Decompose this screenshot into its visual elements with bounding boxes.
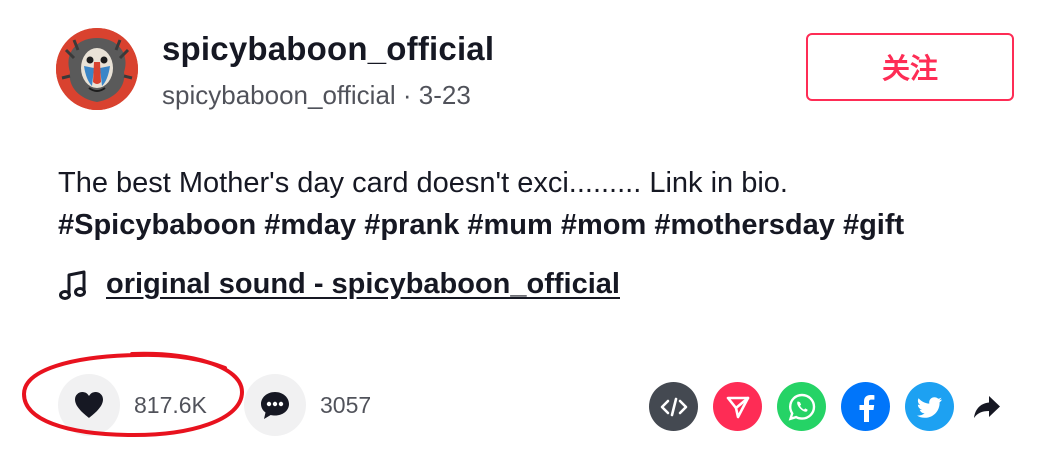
comment-action: 3057 [244, 374, 371, 436]
facebook-share-button[interactable] [841, 382, 890, 431]
caption-description: The best Mother's day card doesn't exci.… [58, 167, 788, 199]
share-bar [649, 382, 1005, 431]
sound-row: original sound - spicybaboon_official [58, 268, 620, 301]
send-icon [726, 396, 749, 418]
video-caption: The best Mother's day card doesn't exci.… [58, 162, 1018, 246]
comment-button[interactable] [244, 374, 306, 436]
hashtag-link[interactable]: #mothersday [654, 209, 835, 241]
hashtag-link[interactable]: #prank [364, 209, 459, 241]
hashtag-link[interactable]: #gift [843, 209, 904, 241]
share-arrow-icon [974, 395, 1000, 418]
author-username[interactable]: spicybaboon_official [162, 30, 494, 68]
hashtag-link[interactable]: #mum [467, 209, 552, 241]
twitter-share-button[interactable] [905, 382, 954, 431]
comment-count: 3057 [320, 391, 372, 418]
heart-icon [75, 392, 103, 418]
hashtag-link[interactable]: #mday [264, 209, 356, 241]
whatsapp-icon [788, 393, 815, 421]
hashtag-link[interactable]: #mom [561, 209, 646, 241]
music-note-icon [59, 270, 86, 300]
caption-hashtags: #Spicybaboon #mday #prank #mum #mom #mot… [58, 204, 1018, 246]
like-button[interactable] [58, 374, 120, 436]
sound-link[interactable]: original sound - spicybaboon_official [106, 268, 620, 301]
author-meta: spicybaboon_official · 3-23 [162, 80, 471, 110]
embed-button[interactable] [649, 382, 698, 431]
code-icon [660, 397, 687, 416]
comment-icon [261, 392, 289, 419]
baboon-avatar-image [56, 28, 138, 110]
facebook-icon [859, 394, 874, 422]
hashtag-link[interactable]: #Spicybaboon [58, 209, 256, 241]
send-to-friends-button[interactable] [713, 382, 762, 431]
like-action: 817.6K [58, 374, 207, 436]
avatar[interactable] [56, 28, 138, 110]
more-share-button[interactable] [969, 382, 1005, 431]
whatsapp-share-button[interactable] [777, 382, 826, 431]
like-count: 817.6K [134, 391, 207, 418]
follow-button[interactable]: 关注 [806, 33, 1014, 101]
twitter-icon [916, 396, 942, 418]
